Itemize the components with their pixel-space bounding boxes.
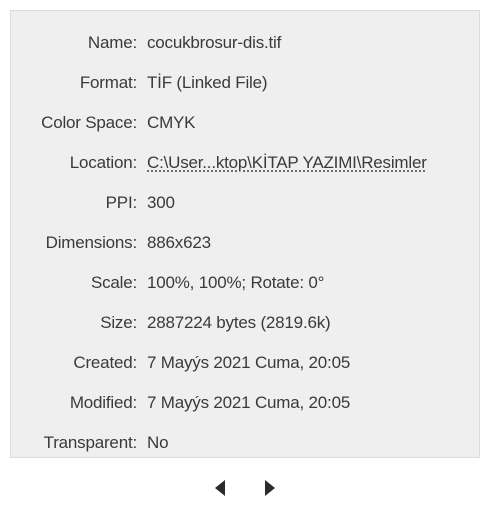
field-label: Name:: [87, 33, 137, 52]
field-row-size: Size: 2887224 bytes (2819.6k): [11, 309, 479, 337]
field-label: Modified:: [69, 393, 137, 412]
field-value-format: TİF (Linked File): [147, 73, 268, 92]
field-row-scale: Scale: 100%, 100%; Rotate: 0°: [11, 269, 479, 297]
field-label: Dimensions:: [45, 233, 138, 252]
field-row-dimensions: Dimensions: 886x623: [11, 229, 479, 257]
field-label: Location:: [69, 153, 137, 172]
link-info-panel: Name: cocukbrosur-dis.tif Format: TİF (L…: [10, 10, 480, 458]
field-value-scale: 100%, 100%; Rotate: 0°: [147, 273, 325, 292]
field-value-ppi: 300: [147, 193, 175, 212]
field-row-transparent: Transparent: No: [11, 429, 479, 457]
next-link-button[interactable]: [262, 478, 278, 498]
field-row-color-space: Color Space: CMYK: [11, 109, 479, 137]
previous-link-button[interactable]: [212, 478, 228, 498]
field-label: Color Space:: [41, 113, 137, 132]
link-navigation: [0, 470, 490, 506]
field-row-name: Name: cocukbrosur-dis.tif: [11, 29, 479, 57]
triangle-left-icon: [215, 480, 225, 496]
field-value-transparent: No: [147, 433, 169, 452]
field-value-size: 2887224 bytes (2819.6k): [147, 313, 331, 332]
triangle-right-icon: [265, 480, 275, 496]
field-label: PPI:: [105, 193, 138, 212]
field-label: Scale:: [90, 273, 137, 292]
field-value-color-space: CMYK: [147, 113, 196, 132]
field-row-location: Location: C:\User...ktop\KİTAP YAZIMI\Re…: [11, 149, 479, 177]
field-label: Format:: [79, 73, 137, 92]
field-label: Transparent:: [43, 433, 138, 452]
location-link[interactable]: C:\User...ktop\KİTAP YAZIMI\Resimler: [147, 153, 427, 173]
field-label: Created:: [73, 353, 137, 372]
field-row-format: Format: TİF (Linked File): [11, 69, 479, 97]
field-value-name: cocukbrosur-dis.tif: [147, 33, 282, 52]
field-value-modified: 7 Mayýs 2021 Cuma, 20:05: [147, 393, 351, 412]
field-row-modified: Modified: 7 Mayýs 2021 Cuma, 20:05: [11, 389, 479, 417]
field-row-created: Created: 7 Mayýs 2021 Cuma, 20:05: [11, 349, 479, 377]
field-row-ppi: PPI: 300: [11, 189, 479, 217]
field-label: Size:: [100, 313, 137, 332]
field-value-created: 7 Mayýs 2021 Cuma, 20:05: [147, 353, 351, 372]
field-value-dimensions: 886x623: [147, 233, 211, 252]
